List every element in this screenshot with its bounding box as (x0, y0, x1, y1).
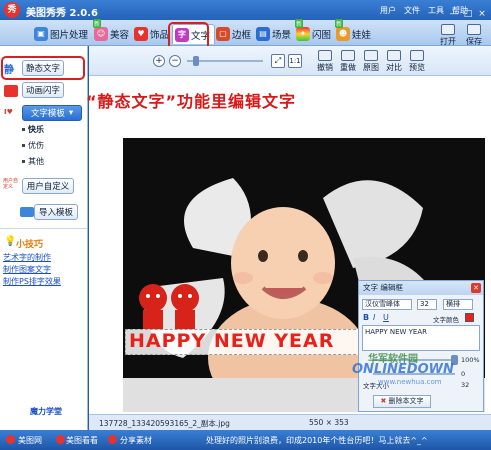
tab-doll[interactable]: 新 ☻ 娃娃 (334, 19, 375, 44)
save-button[interactable]: 保存 (466, 24, 482, 47)
edit-subtoolbar: + − ⤢ 1:1 撤销 重做 原图 对比 预览 (89, 46, 491, 76)
watermark-en: ONLINEDOWN (352, 362, 454, 377)
text-size-value: 32 (461, 381, 470, 389)
compare-icon (387, 50, 401, 61)
tab-flash[interactable]: 新 ✦ 闪图 (294, 19, 335, 44)
rotate-value: 0 (461, 370, 466, 378)
redo-icon (341, 50, 355, 61)
original-button[interactable]: 原图 (363, 50, 379, 73)
maximize-button[interactable]: □ (462, 8, 474, 20)
zoom-out-icon[interactable]: − (169, 55, 181, 67)
zoom-slider-handle[interactable] (193, 56, 199, 66)
lightbulb-icon: 💡 (4, 236, 17, 247)
promo-ticker[interactable]: 处理好的照片别浪费，印成2010年个性台历吧！马上就去^_^ (206, 435, 428, 446)
fit-icon[interactable]: ⤢ (271, 54, 285, 68)
meitu-site-link[interactable]: 美图网 (18, 435, 42, 446)
actual-size-icon[interactable]: 1:1 (288, 54, 302, 68)
viewer-icon (56, 435, 65, 444)
minimize-button[interactable]: — (448, 8, 460, 20)
opacity-value: 100% (461, 356, 480, 364)
import-icon (20, 207, 34, 217)
static-text-button[interactable]: 静态文字 (22, 60, 64, 76)
anim-text-icon (4, 85, 18, 97)
tab-frame[interactable]: ▢ 边框 (214, 24, 255, 44)
menu-tools[interactable]: 工具 (428, 5, 444, 16)
preview-icon (410, 50, 424, 61)
file-name: 137728_133420593165_2_副本.jpg (99, 419, 230, 428)
save-icon (467, 24, 481, 35)
app-title: 美图秀秀 2.0.6 (26, 8, 98, 19)
meitu-viewer-link[interactable]: 美图看看 (66, 435, 98, 446)
template-dropdown[interactable]: 文字模板 ▾ (22, 105, 82, 121)
direction-select[interactable]: 横排 (443, 299, 473, 310)
title-bar: 秀 美图秀秀 2.0.6 用户 文件 工具 帮助 — □ × (0, 0, 491, 20)
image-dimensions: 550 × 353 (309, 418, 349, 427)
tip-link-art-text[interactable]: 艺术字的制作 (3, 252, 51, 263)
tips-title: 小技巧 (16, 240, 44, 250)
zoom-in-icon[interactable]: + (153, 55, 165, 67)
bold-button[interactable]: B (363, 313, 369, 322)
bottom-bar: 美图网 美图看看 分享素材 处理好的照片别浪费，印成2010年个性台历吧！马上就… (0, 430, 491, 450)
annotation-caption: “静态文字”功能里编辑文字 (86, 92, 297, 111)
template-item-sad[interactable]: 优伤 (28, 140, 44, 151)
delete-icon: ✖ (380, 397, 387, 405)
frame-icon: ▢ (216, 27, 230, 41)
font-select[interactable]: 汉仪雪峰体 (362, 299, 412, 310)
italic-button[interactable]: I (373, 313, 375, 322)
doll-icon: ☻ (336, 27, 350, 41)
dialog-title: 文字 编辑框 ✕ (359, 281, 483, 295)
preview-button[interactable]: 预览 (409, 50, 425, 73)
love-icon: I♥ (4, 108, 13, 116)
meitu-icon (6, 435, 15, 444)
text-color-label: 文字颜色 (433, 316, 459, 324)
size-select[interactable]: 32 (417, 299, 437, 310)
dialog-close-icon[interactable]: ✕ (471, 283, 481, 293)
magic-school-link[interactable]: 魔力学堂 (30, 406, 62, 417)
tab-text[interactable]: 字 文字 (172, 24, 216, 44)
text-color-swatch[interactable] (465, 313, 474, 322)
text-icon: 字 (175, 27, 189, 42)
menu-file[interactable]: 文件 (404, 5, 420, 16)
app-logo: 秀 (4, 2, 20, 18)
redo-button[interactable]: 重做 (340, 50, 356, 73)
tab-accessories[interactable]: ♥ 饰品 (132, 24, 173, 44)
heart-icon: ♥ (134, 27, 148, 41)
open-button[interactable]: 打开 (440, 24, 456, 47)
image-icon: ▣ (34, 27, 48, 41)
undo-icon (318, 50, 332, 61)
template-item-happy[interactable]: 快乐 (28, 124, 44, 135)
tab-scene[interactable]: ▤ 场景 (254, 24, 295, 44)
static-text-badge: 静 (4, 65, 14, 76)
custom-button[interactable]: 用户自定义 (22, 178, 74, 194)
chevron-down-icon: ▾ (68, 108, 74, 118)
tip-link-ps-layout[interactable]: 制作PS排字效果 (3, 276, 61, 287)
underline-button[interactable]: U (383, 313, 389, 322)
tip-link-pattern-text[interactable]: 制作图案文字 (3, 264, 51, 275)
undo-button[interactable]: 撤销 (317, 50, 333, 73)
scene-icon: ▤ (256, 27, 270, 41)
delete-text-button[interactable]: ✖ 删除本文字 (373, 395, 431, 408)
tab-image-processing[interactable]: ▣ 图片处理 (32, 24, 92, 44)
face-icon: ☺ (94, 27, 108, 41)
flash-icon: ✦ (296, 27, 310, 41)
main-toolbar: ▣ 图片处理 新 ☺ 美容 ♥ 饰品 字 文字 ▢ 边框 ▤ 场景 新 ✦ 闪图… (0, 19, 491, 47)
import-template-button[interactable]: 导入模板 (34, 204, 78, 220)
text-edit-dialog: 文字 编辑框 ✕ 汉仪雪峰体 32 横排 B I U 文字颜色 HAPPY NE… (358, 280, 484, 412)
menu-user[interactable]: 用户 (380, 5, 396, 16)
tab-beauty[interactable]: 新 ☺ 美容 (92, 19, 133, 44)
close-button[interactable]: × (476, 8, 488, 20)
share-material-link[interactable]: 分享素材 (120, 435, 152, 446)
compare-button[interactable]: 对比 (386, 50, 402, 73)
folder-icon (441, 24, 455, 35)
left-panel: 静 静态文字 动画闪字 I♥ 文字模板 ▾ 快乐 优伤 其他 用户自定义 用户自… (0, 46, 88, 430)
template-item-other[interactable]: 其他 (28, 156, 44, 167)
happy-new-year-text[interactable]: HAPPY NEW YEAR (129, 330, 334, 352)
watermark-url: www.newhua.com (378, 378, 442, 386)
status-bar: 137728_133420593165_2_副本.jpg 550 × 353 (89, 414, 491, 430)
share-icon (108, 435, 117, 444)
anim-text-button[interactable]: 动画闪字 (22, 82, 64, 98)
original-icon (364, 50, 378, 61)
custom-icon: 用户自定义 (3, 178, 19, 190)
text-content-field[interactable]: HAPPY NEW YEAR (362, 325, 480, 351)
